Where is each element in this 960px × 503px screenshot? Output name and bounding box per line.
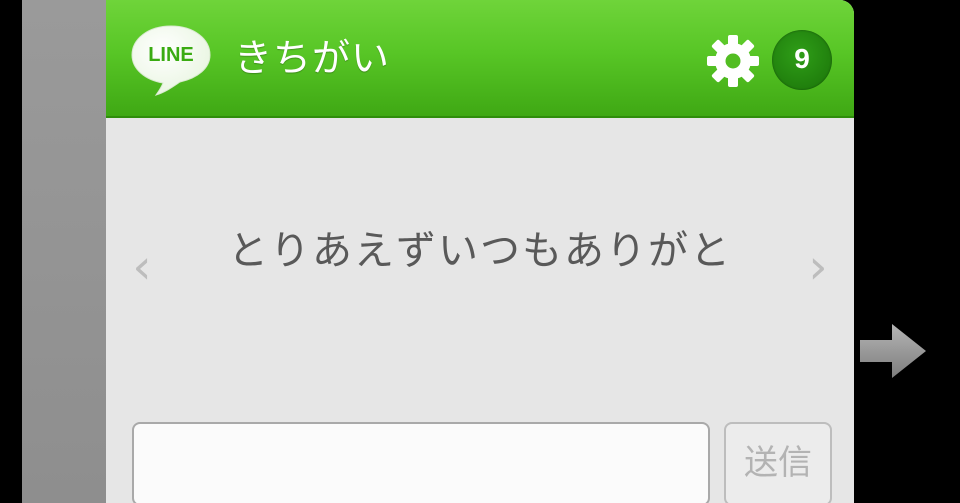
widget-header: LINE きちがい 9 <box>106 0 854 118</box>
left-edge <box>0 0 22 503</box>
side-panel <box>22 0 106 503</box>
arrow-right-icon[interactable] <box>858 322 928 380</box>
line-logo-text: LINE <box>148 44 194 66</box>
message-input[interactable] <box>132 422 710 503</box>
gear-icon[interactable] <box>706 34 760 88</box>
message-text: とりあえずいつもありがと <box>228 228 732 274</box>
line-logo-icon: LINE <box>131 25 211 96</box>
notification-badge[interactable]: 9 <box>772 30 832 90</box>
line-widget: LINE きちがい 9 ‹ とりあえずいつもありがと › 送信 <box>106 0 854 503</box>
chat-title: きちがい <box>234 36 391 80</box>
send-button[interactable]: 送信 <box>724 422 832 503</box>
chevron-right-icon[interactable]: › <box>798 242 838 292</box>
